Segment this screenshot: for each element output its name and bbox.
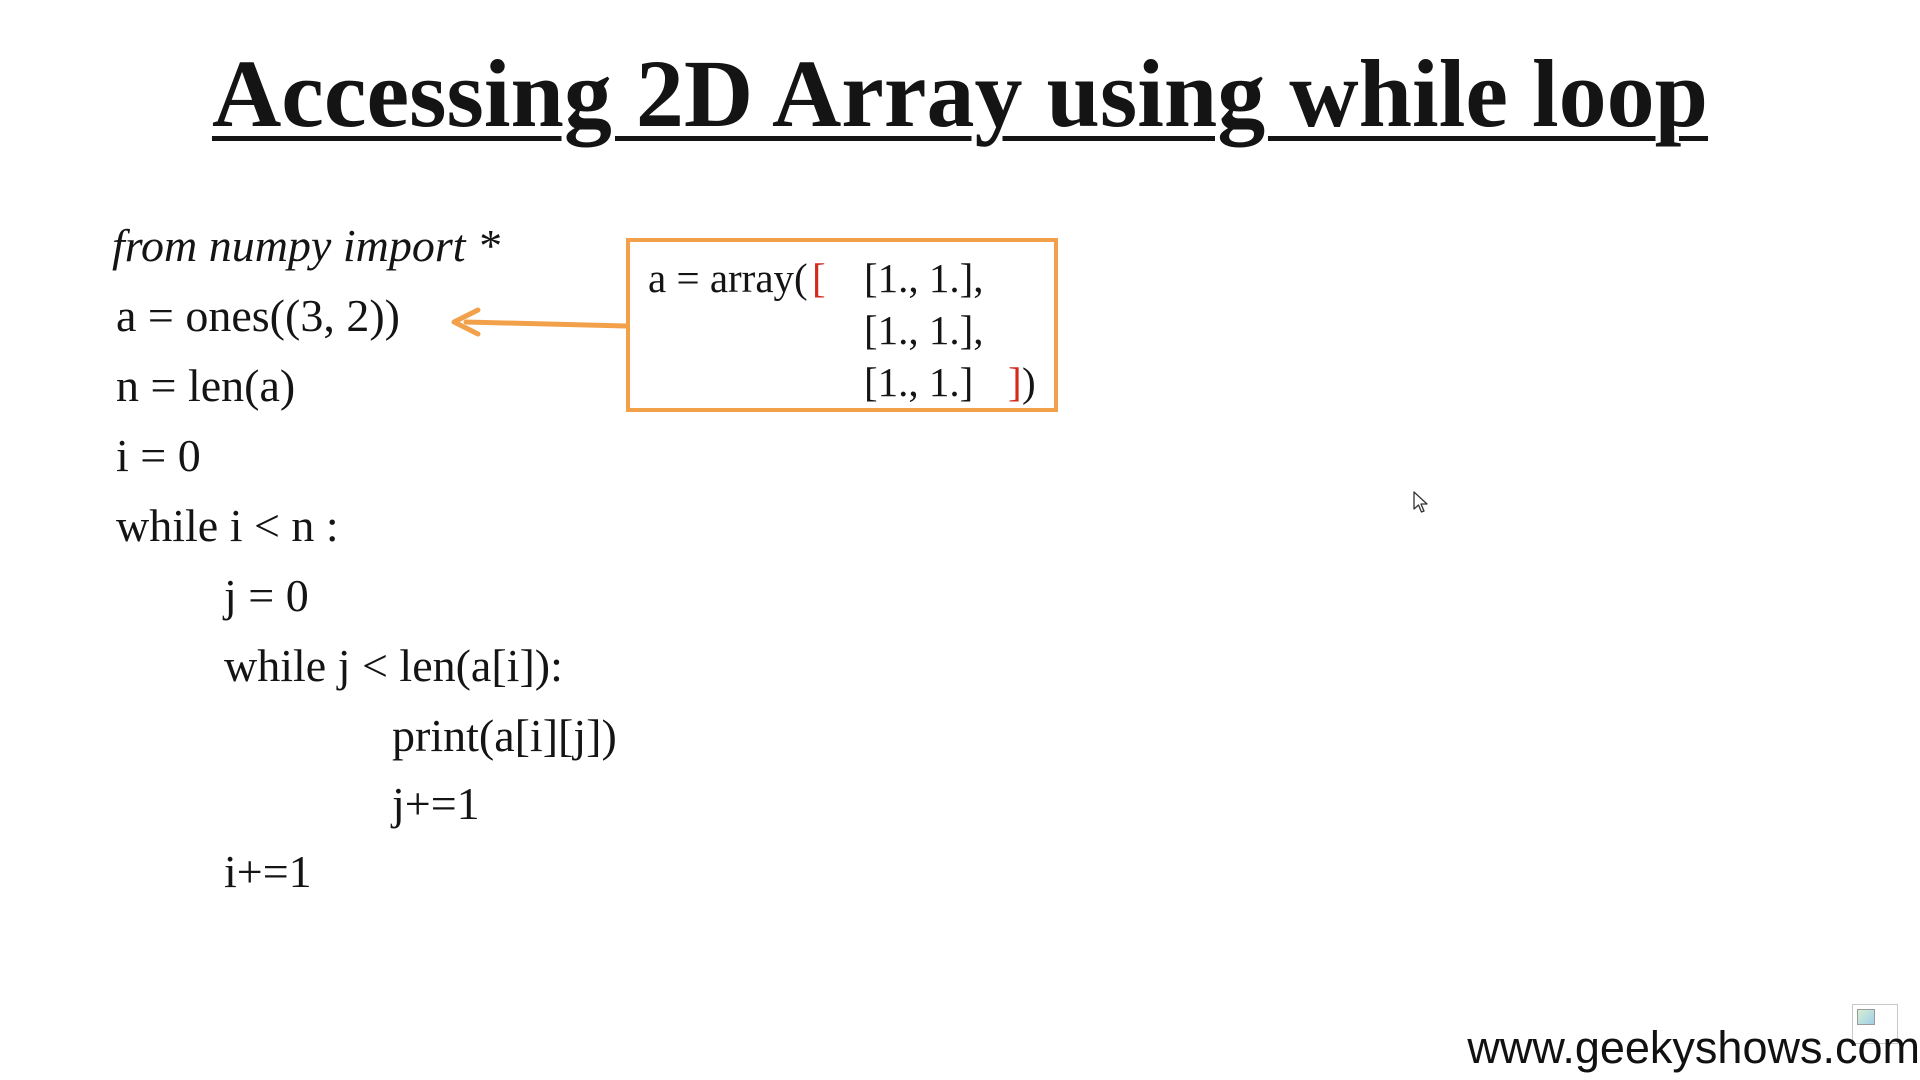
mouse-cursor-icon bbox=[1413, 491, 1428, 513]
footer-website: www.geekyshows.com bbox=[1467, 1022, 1920, 1073]
callout-array-prefix: a = array( bbox=[648, 255, 808, 301]
code-line-len: n = len(a) bbox=[116, 360, 296, 411]
code-line-inner-while: while j < len(a[i]): bbox=[224, 640, 563, 691]
callout-close-paren: ) bbox=[1022, 359, 1036, 405]
code-line-import: from numpy import * bbox=[112, 220, 501, 271]
slide-title: Accessing 2D Array using while loop bbox=[211, 40, 1709, 147]
code-line-ones: a = ones((3, 2)) bbox=[116, 290, 400, 341]
code-line-i-increment: i+=1 bbox=[224, 846, 312, 897]
code-line-print: print(a[i][j]) bbox=[392, 710, 617, 761]
callout-close-bracket: ] bbox=[1008, 359, 1022, 405]
code-line-j-increment: j+=1 bbox=[392, 778, 480, 829]
code-line-j-init: j = 0 bbox=[224, 570, 309, 621]
array-callout-box: a = array( [ [1., 1.], [1., 1.], [1., 1.… bbox=[626, 238, 1058, 412]
callout-row-1: [1., 1.], bbox=[864, 255, 984, 301]
callout-row-3: [1., 1.] bbox=[864, 359, 974, 405]
arrow-left-icon bbox=[451, 307, 629, 337]
code-line-i-init: i = 0 bbox=[116, 430, 201, 481]
code-line-outer-while: while i < n : bbox=[116, 500, 339, 551]
slide: Accessing 2D Array using while loop from… bbox=[0, 0, 1920, 1080]
callout-row-2: [1., 1.], bbox=[864, 307, 984, 353]
callout-open-bracket: [ bbox=[812, 255, 826, 301]
